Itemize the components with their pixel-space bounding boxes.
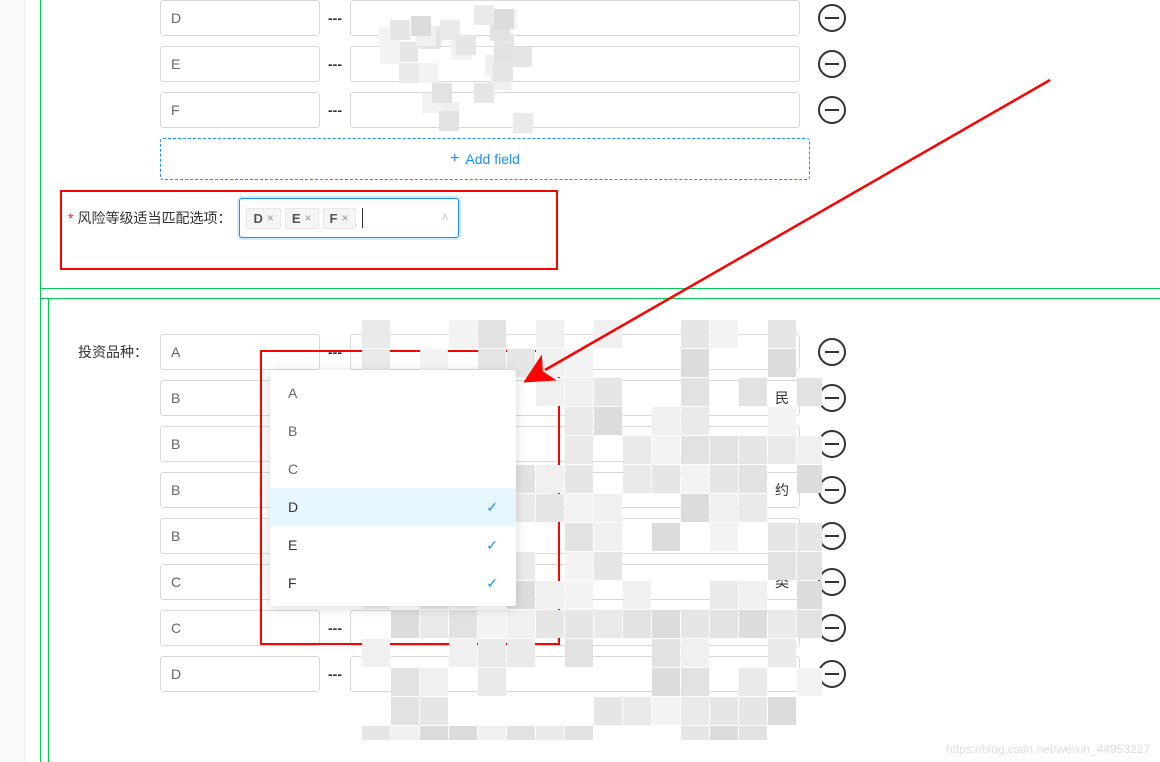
key-text: D	[171, 666, 181, 682]
add-field-button[interactable]: + Add field	[160, 138, 810, 180]
remove-row-button[interactable]	[818, 96, 846, 124]
option-label: C	[288, 461, 298, 477]
section-label: 投资品种：	[60, 342, 160, 362]
remove-row-button[interactable]	[818, 568, 846, 596]
key-text: A	[171, 344, 180, 360]
key-input[interactable]: D	[160, 0, 320, 36]
kv-separator: ---	[320, 620, 350, 636]
tag-text: F	[330, 211, 338, 226]
tag-text: E	[292, 211, 301, 226]
remove-row-button[interactable]	[818, 614, 846, 642]
key-text: D	[171, 10, 181, 26]
remove-row-button[interactable]	[818, 522, 846, 550]
key-input[interactable]: A	[160, 334, 320, 370]
select-tag: E ×	[285, 208, 319, 229]
check-icon: ✓	[486, 499, 498, 516]
watermark: https://blog.csdn.net/weixin_44953227	[946, 742, 1150, 756]
key-text: C	[171, 620, 181, 636]
key-text: B	[171, 390, 180, 406]
dropdown-option[interactable]: D ✓	[270, 488, 516, 526]
dropdown-option[interactable]: A	[270, 374, 516, 412]
key-input[interactable]: C	[160, 610, 320, 646]
key-text: B	[171, 436, 180, 452]
check-icon: ✓	[486, 537, 498, 554]
caret-up-icon[interactable]: ˄	[442, 212, 448, 224]
option-label: A	[288, 385, 297, 401]
key-text: B	[171, 528, 180, 544]
kv-separator: ---	[320, 10, 350, 26]
kv-separator: ---	[320, 56, 350, 72]
dropdown-option[interactable]: B	[270, 412, 516, 450]
option-label: B	[288, 423, 297, 439]
key-input[interactable]: E	[160, 46, 320, 82]
option-label: D	[288, 499, 298, 515]
remove-row-button[interactable]	[818, 430, 846, 458]
key-text: E	[171, 56, 180, 72]
dropdown-option[interactable]: E ✓	[270, 526, 516, 564]
tag-remove-icon[interactable]: ×	[267, 211, 274, 225]
plus-icon: +	[450, 150, 459, 168]
kv-separator: ---	[320, 102, 350, 118]
left-gutter	[0, 0, 25, 762]
option-label: E	[288, 537, 297, 553]
kv-separator: ---	[320, 666, 350, 682]
text-cursor	[362, 208, 363, 228]
add-field-label: Add field	[465, 151, 519, 167]
kv-separator: ---	[320, 344, 350, 360]
risk-match-row: * 风险等级适当匹配选项： D × E × F × ˄	[60, 180, 1160, 256]
options-dropdown[interactable]: A B C D ✓ E ✓ F ✓	[270, 370, 516, 606]
remove-row-button[interactable]	[818, 50, 846, 78]
option-label: F	[288, 575, 297, 591]
tag-remove-icon[interactable]: ×	[305, 211, 312, 225]
green-border-vertical	[40, 0, 48, 762]
key-text: C	[171, 574, 181, 590]
key-input[interactable]: D	[160, 656, 320, 692]
remove-row-button[interactable]	[818, 4, 846, 32]
remove-row-button[interactable]	[818, 384, 846, 412]
tag-text: D	[253, 211, 262, 226]
remove-row-button[interactable]	[818, 338, 846, 366]
dropdown-option[interactable]: C	[270, 450, 516, 488]
select-tag: D ×	[246, 208, 280, 229]
top-rows: D --- E --- F --- + Add field * 风险等级适当匹配…	[60, 0, 1160, 256]
kv-row: D ---	[60, 0, 1160, 36]
risk-match-select[interactable]: D × E × F × ˄	[239, 198, 459, 238]
required-star: *	[68, 210, 73, 226]
key-text: F	[171, 102, 180, 118]
risk-match-label: 风险等级适当匹配选项：	[77, 208, 231, 228]
remove-row-button[interactable]	[818, 660, 846, 688]
kv-row: F ---	[60, 92, 1160, 128]
select-tag: F ×	[323, 208, 356, 229]
kv-row: E ---	[60, 46, 1160, 82]
key-text: B	[171, 482, 180, 498]
remove-row-button[interactable]	[818, 476, 846, 504]
dropdown-option[interactable]: F ✓	[270, 564, 516, 602]
check-icon: ✓	[486, 575, 498, 592]
tag-remove-icon[interactable]: ×	[342, 211, 349, 225]
key-input[interactable]: F	[160, 92, 320, 128]
